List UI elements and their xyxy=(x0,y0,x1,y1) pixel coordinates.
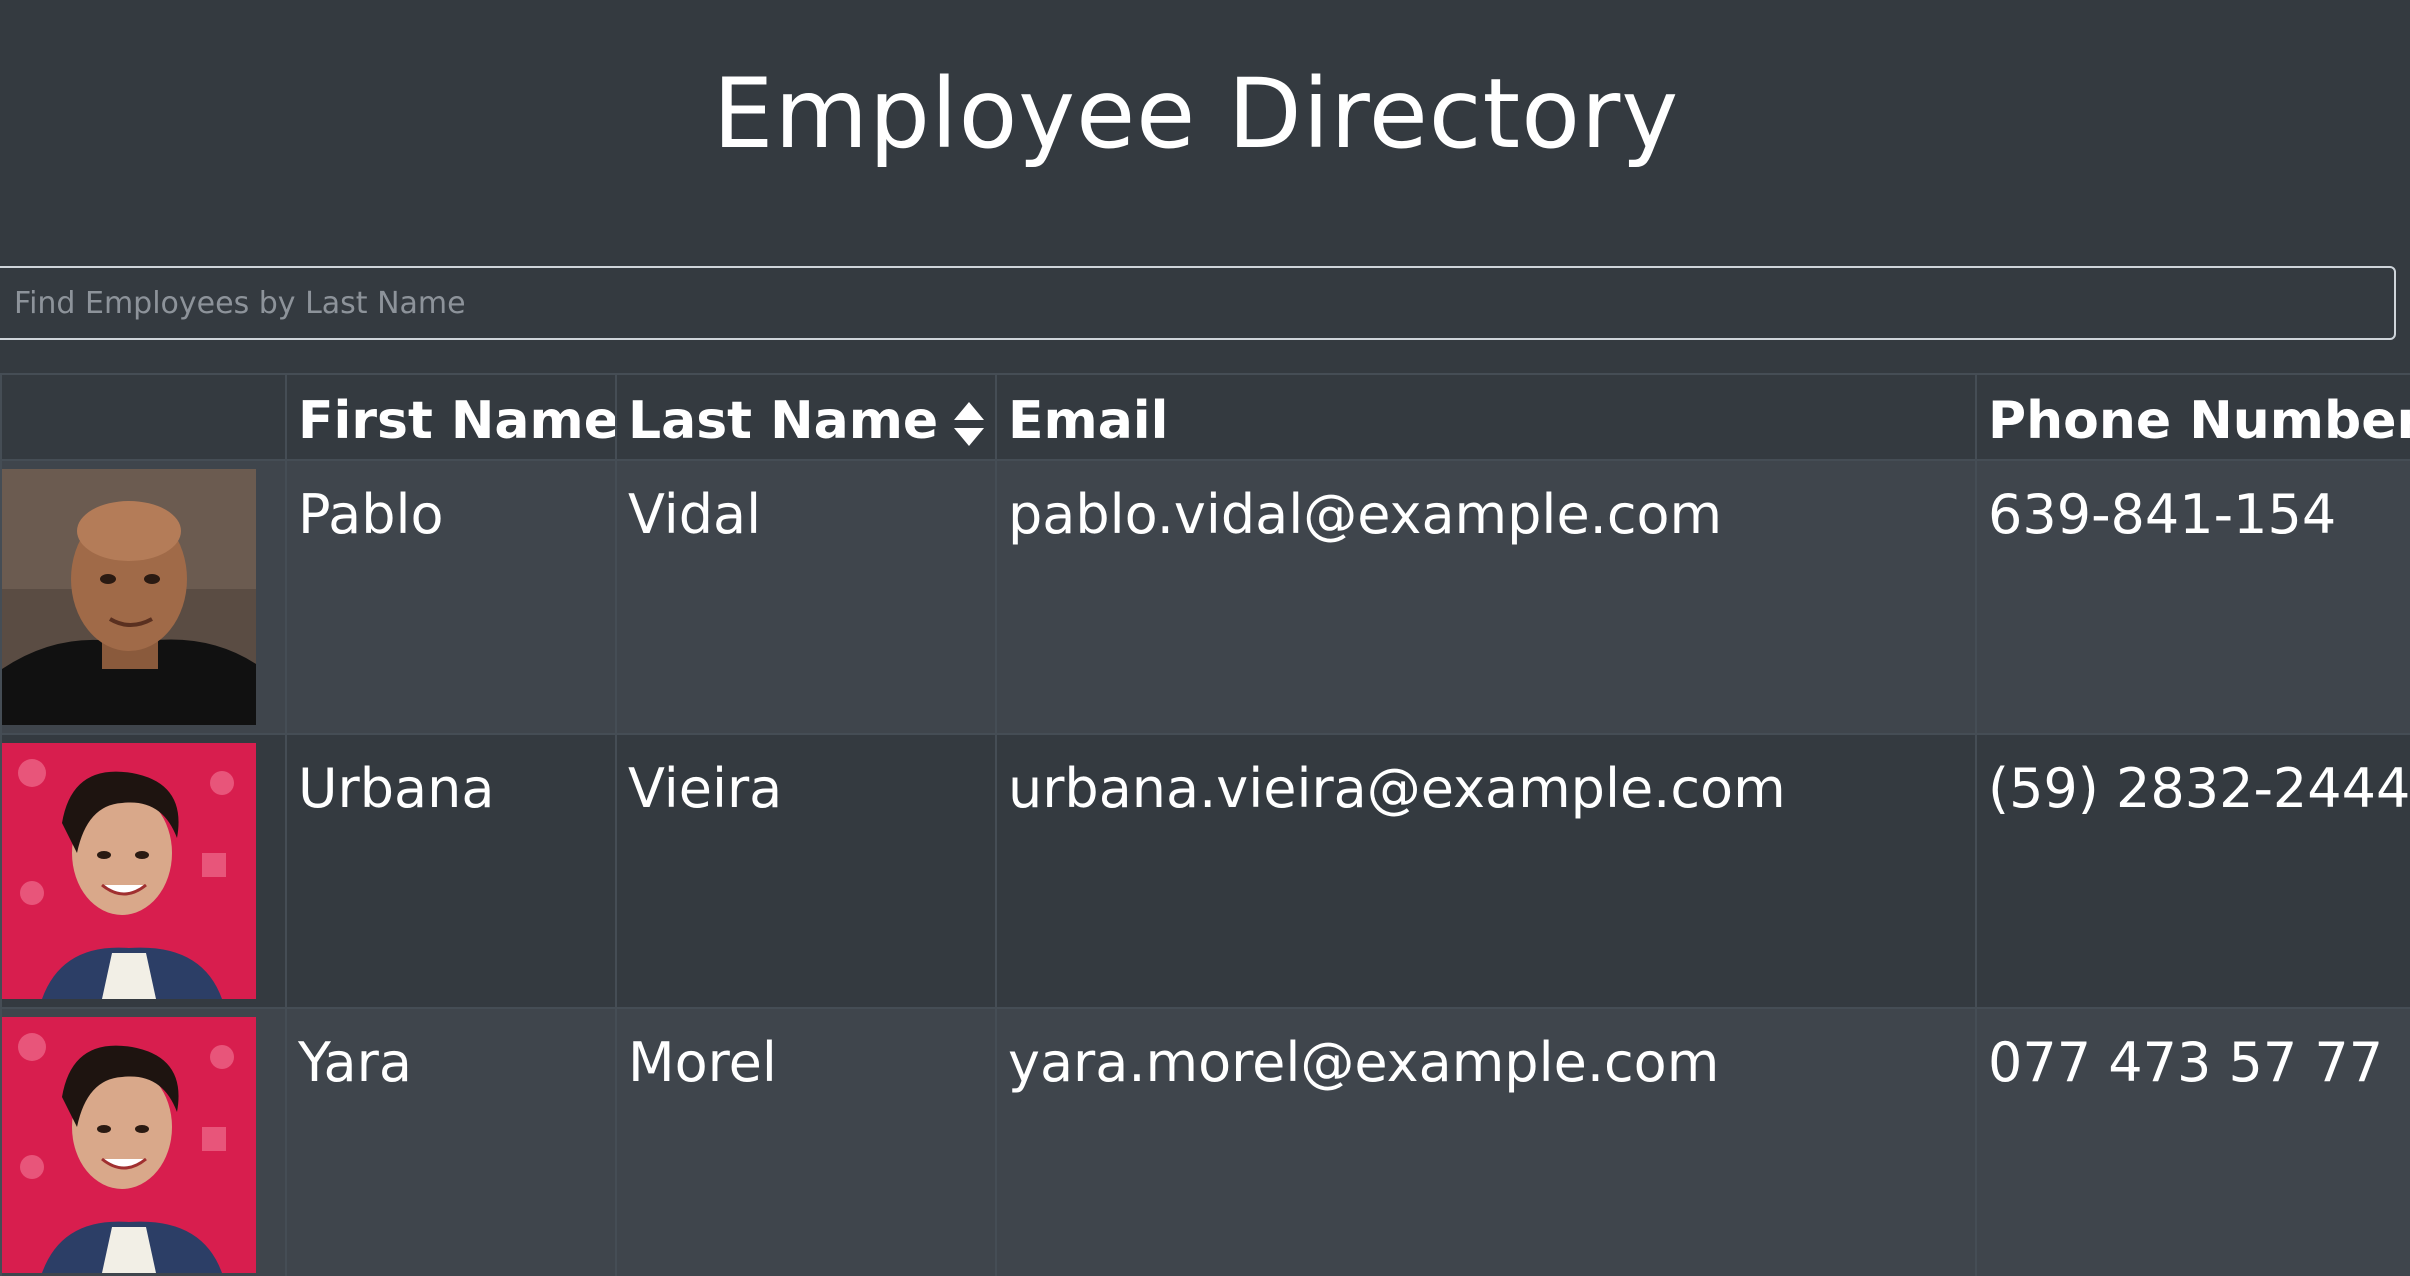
first-name-cell: Yara xyxy=(285,1007,617,1276)
first-name-cell: Urbana xyxy=(285,733,617,1009)
column-header-last-name-label: Last Name xyxy=(628,391,939,451)
email-cell: urbana.vieira@example.com xyxy=(995,733,1977,1009)
employee-directory-page: Employee Directory First Name Last Name … xyxy=(0,0,2410,1276)
table-row: Yara Morel yara.morel@example.com 077 47… xyxy=(0,1007,2410,1276)
email-cell: pablo.vidal@example.com xyxy=(995,459,1977,735)
first-name-cell: Pablo xyxy=(285,459,617,735)
employee-table: First Name Last Name Email Phone Number xyxy=(0,373,2410,1276)
table-row: Pablo Vidal pablo.vidal@example.com 639-… xyxy=(0,459,2410,735)
email-cell: yara.morel@example.com xyxy=(995,1007,1977,1276)
last-name-cell: Morel xyxy=(615,1007,997,1276)
column-header-phone: Phone Number xyxy=(1975,373,2410,461)
column-header-last-name[interactable]: Last Name xyxy=(615,373,997,461)
column-header-first-name: First Name xyxy=(285,373,617,461)
avatar-cell xyxy=(0,733,287,1009)
table-header-row: First Name Last Name Email Phone Number xyxy=(0,373,2410,461)
page-title: Employee Directory xyxy=(712,58,1680,170)
last-name-search-input[interactable] xyxy=(0,266,2396,340)
column-header-email: Email xyxy=(995,373,1977,461)
sort-icon[interactable] xyxy=(952,400,986,448)
avatar xyxy=(3,1017,256,1273)
phone-cell: (59) 2832-2444 xyxy=(1975,733,2410,1009)
phone-cell: 077 473 57 77 xyxy=(1975,1007,2410,1276)
avatar xyxy=(3,743,256,999)
phone-cell: 639-841-154 xyxy=(1975,459,2410,735)
avatar xyxy=(3,469,256,725)
last-name-cell: Vidal xyxy=(615,459,997,735)
table-row: Urbana Vieira urbana.vieira@example.com … xyxy=(0,733,2410,1009)
avatar-cell xyxy=(0,459,287,735)
avatar-cell xyxy=(0,1007,287,1276)
last-name-cell: Vieira xyxy=(615,733,997,1009)
column-header-image xyxy=(0,373,287,461)
